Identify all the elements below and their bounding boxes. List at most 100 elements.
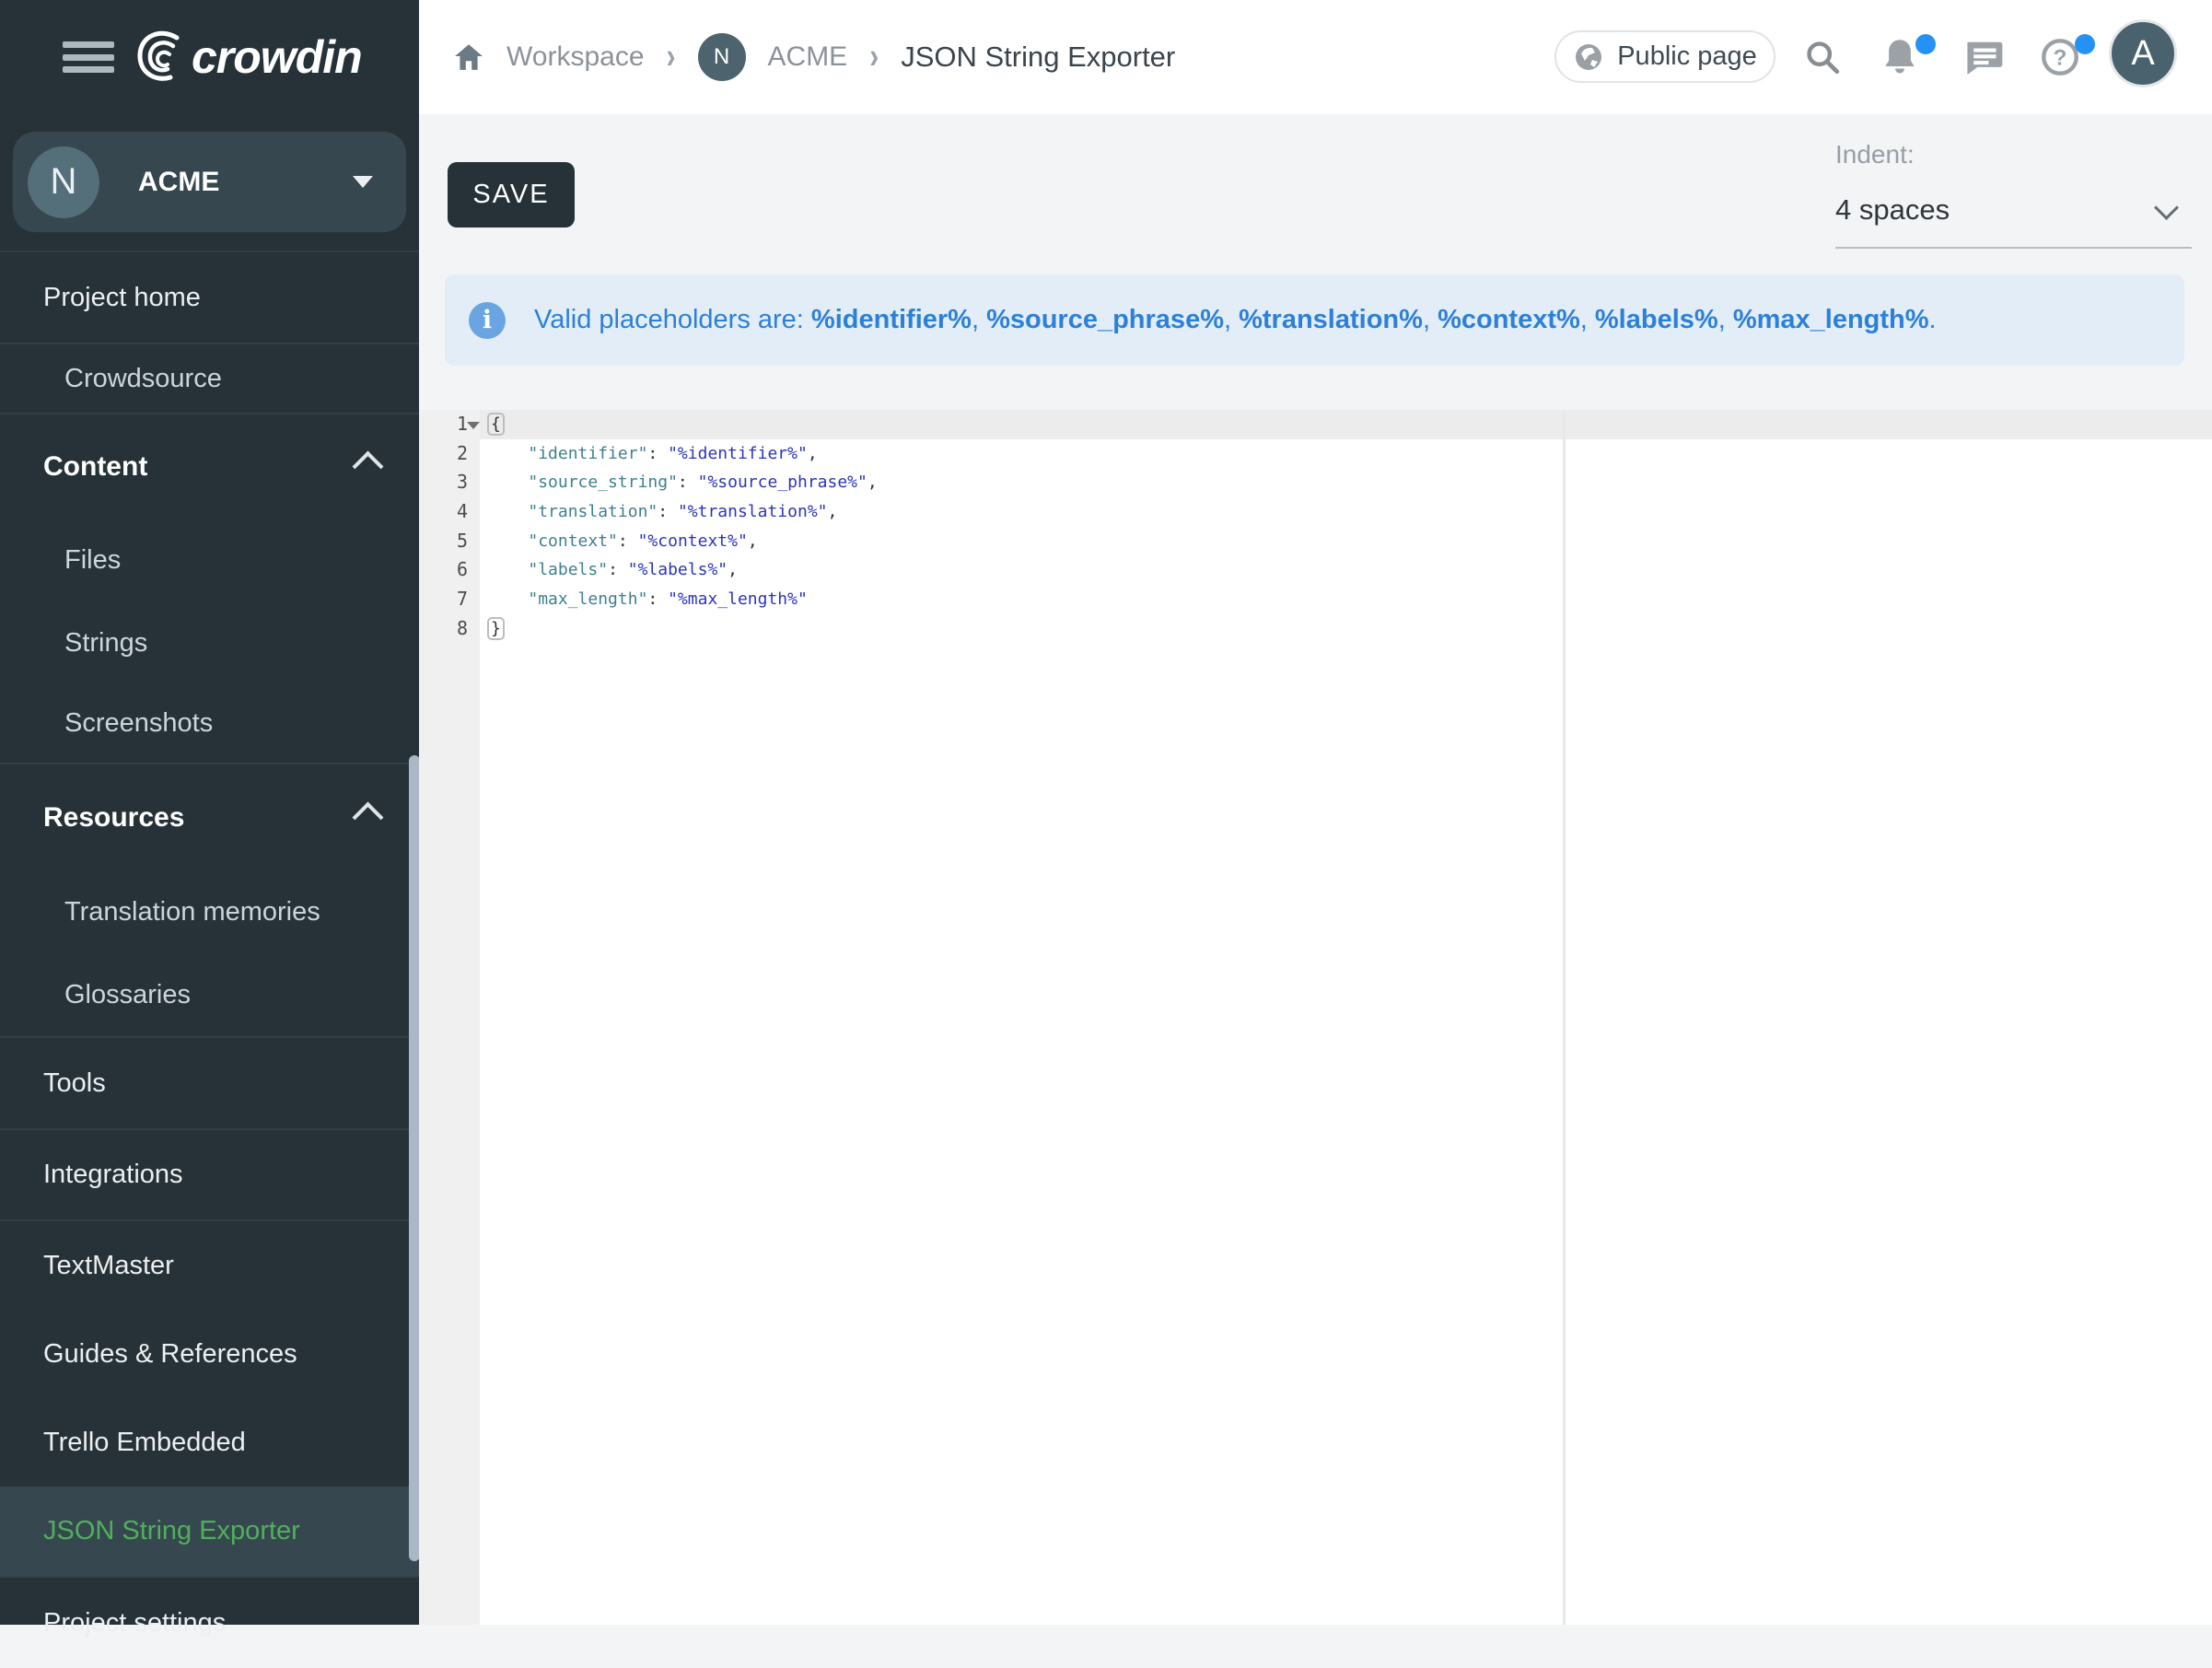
help-icon[interactable]: ?: [2040, 0, 2080, 114]
messages-icon[interactable]: [1962, 0, 2005, 114]
sidebar-item-crowdsource[interactable]: Crowdsource: [0, 344, 419, 413]
placeholder-token: %max_length%: [1733, 305, 1929, 334]
notifications-bell-icon[interactable]: [1881, 0, 1918, 114]
code-token-str: "%context%": [638, 531, 748, 551]
placeholder-token: %translation%: [1239, 305, 1423, 334]
indent-select[interactable]: 4 spaces: [1835, 193, 2192, 249]
line-number[interactable]: 6: [419, 555, 480, 585]
sidebar-item-label: JSON String Exporter: [43, 1516, 300, 1546]
indent-control: Indent: 4 spaces: [1835, 140, 2192, 249]
crowdin-logo[interactable]: crowdin: [129, 26, 362, 89]
sidebar-item-tools[interactable]: Tools: [0, 1038, 419, 1128]
info-icon: i: [469, 302, 506, 339]
code-token-pun: :: [618, 531, 638, 551]
sidebar-item-label: Content: [43, 451, 147, 483]
code-token-pun: ,: [748, 531, 758, 551]
main-content: SAVE Indent: 4 spaces i Valid placeholde…: [419, 114, 2212, 1625]
editor-print-margin: [1563, 410, 1566, 1625]
line-number[interactable]: 3: [419, 468, 480, 497]
search-icon[interactable]: [1803, 0, 1842, 114]
code-token-str: "%labels%": [628, 560, 728, 579]
line-number[interactable]: 7: [419, 585, 480, 614]
breadcrumb-current-page: JSON String Exporter: [901, 41, 1175, 74]
line-number[interactable]: 8: [419, 614, 480, 644]
sidebar-item-label: Glossaries: [64, 980, 191, 1010]
line-number[interactable]: 4: [419, 497, 480, 527]
fold-caret-icon[interactable]: [467, 422, 480, 429]
code-token-pun: :: [647, 444, 668, 463]
code-line: {: [488, 410, 878, 439]
save-button[interactable]: SAVE: [448, 162, 575, 227]
sidebar-item-resources[interactable]: Resources: [0, 764, 419, 870]
code-token-ws: [488, 531, 528, 551]
sidebar-item-project-home[interactable]: Project home: [0, 252, 419, 343]
org-name: ACME: [138, 167, 353, 198]
top-bar-dark-section: crowdin: [0, 0, 419, 114]
code-token-pun: ,: [828, 502, 838, 521]
code-line: }: [488, 614, 878, 644]
org-switcher[interactable]: N ACME: [13, 132, 406, 232]
code-line: "context": "%context%",: [488, 527, 878, 556]
help-badge-dot: [2075, 34, 2095, 54]
code-token-pun: :: [608, 560, 628, 579]
sidebar-item-screenshots[interactable]: Screenshots: [0, 684, 419, 763]
breadcrumb-project-link[interactable]: ACME: [768, 41, 848, 73]
code-line: "source_string": "%source_phrase%",: [488, 468, 878, 497]
caret-down-icon: [353, 176, 373, 188]
editor-code: { "identifier": "%identifier%", "source_…: [488, 410, 878, 644]
sidebar-item-translation-memories[interactable]: Translation memories: [0, 870, 419, 954]
code-token-key: "source_string": [528, 472, 678, 492]
code-line: "labels": "%labels%",: [488, 555, 878, 585]
breadcrumb-workspace-link[interactable]: Workspace: [506, 41, 645, 73]
info-banner-text: Valid placeholders are: %identifier%, %s…: [534, 305, 1937, 335]
sidebar-item-label: Strings: [64, 628, 147, 659]
public-page-label: Public page: [1617, 41, 1757, 72]
sidebar-item-files[interactable]: Files: [0, 519, 419, 601]
code-token-ws: [488, 560, 528, 579]
sidebar-item-strings[interactable]: Strings: [0, 601, 419, 684]
line-number[interactable]: 2: [419, 439, 480, 469]
code-line: "max_length": "%max_length%": [488, 585, 878, 614]
code-editor[interactable]: 12345678 { "identifier": "%identifier%",…: [419, 410, 2212, 1625]
placeholder-token: %labels%: [1595, 305, 1718, 334]
sidebar-item-label: Resources: [43, 802, 184, 834]
sidebar-item-label: Trello Embedded: [43, 1428, 246, 1458]
sidebar-item-label: Project settings: [43, 1608, 226, 1639]
code-token-key: "identifier": [528, 444, 647, 463]
menu-icon[interactable]: [63, 41, 114, 73]
placeholder-token: %source_phrase%: [986, 305, 1224, 334]
top-bar: crowdin Workspace › N ACME › JSON String…: [0, 0, 2212, 114]
sidebar-item-glossaries[interactable]: Glossaries: [0, 954, 419, 1036]
sidebar-item-label: Translation memories: [64, 897, 320, 927]
code-token-ws: [488, 472, 528, 492]
indent-label: Indent:: [1835, 140, 2192, 169]
home-icon[interactable]: [453, 42, 484, 72]
breadcrumb-project-badge: N: [698, 33, 746, 81]
code-token-pun: :: [658, 502, 678, 521]
sidebar-item-textmaster[interactable]: TextMaster: [0, 1221, 419, 1310]
sidebar-item-json-string-exporter[interactable]: JSON String Exporter: [0, 1487, 419, 1576]
code-line: "identifier": "%identifier%",: [488, 439, 878, 469]
sidebar-item-integrations[interactable]: Integrations: [0, 1130, 419, 1219]
sidebar-item-project-settings[interactable]: Project settings: [0, 1578, 419, 1668]
placeholder-token: %context%: [1438, 305, 1580, 334]
line-number[interactable]: 5: [419, 527, 480, 556]
code-token-str: "%max_length%": [668, 589, 808, 609]
public-page-button[interactable]: Public page: [1554, 30, 1775, 83]
globe-icon: [1573, 41, 1604, 73]
chevron-right-icon: ›: [869, 37, 879, 77]
sidebar-item-label: Crowdsource: [64, 364, 222, 394]
sidebar: N ACME Project home Crowdsource Content Fil…: [0, 114, 419, 1625]
sidebar-item-guides-references[interactable]: Guides & References: [0, 1310, 419, 1399]
sidebar-item-content[interactable]: Content: [0, 414, 419, 519]
code-token-brace: }: [487, 617, 505, 640]
sidebar-item-label: Tools: [43, 1068, 106, 1099]
code-token-str: "%translation%": [678, 502, 828, 521]
svg-text:?: ?: [2054, 46, 2067, 71]
sidebar-item-trello-embedded[interactable]: Trello Embedded: [0, 1399, 419, 1487]
crowdin-mark-icon: [129, 26, 188, 89]
sidebar-item-label: Integrations: [43, 1160, 183, 1190]
code-token-pun: ,: [808, 444, 818, 463]
code-token-key: "translation": [528, 502, 658, 521]
avatar[interactable]: A: [2109, 19, 2177, 87]
